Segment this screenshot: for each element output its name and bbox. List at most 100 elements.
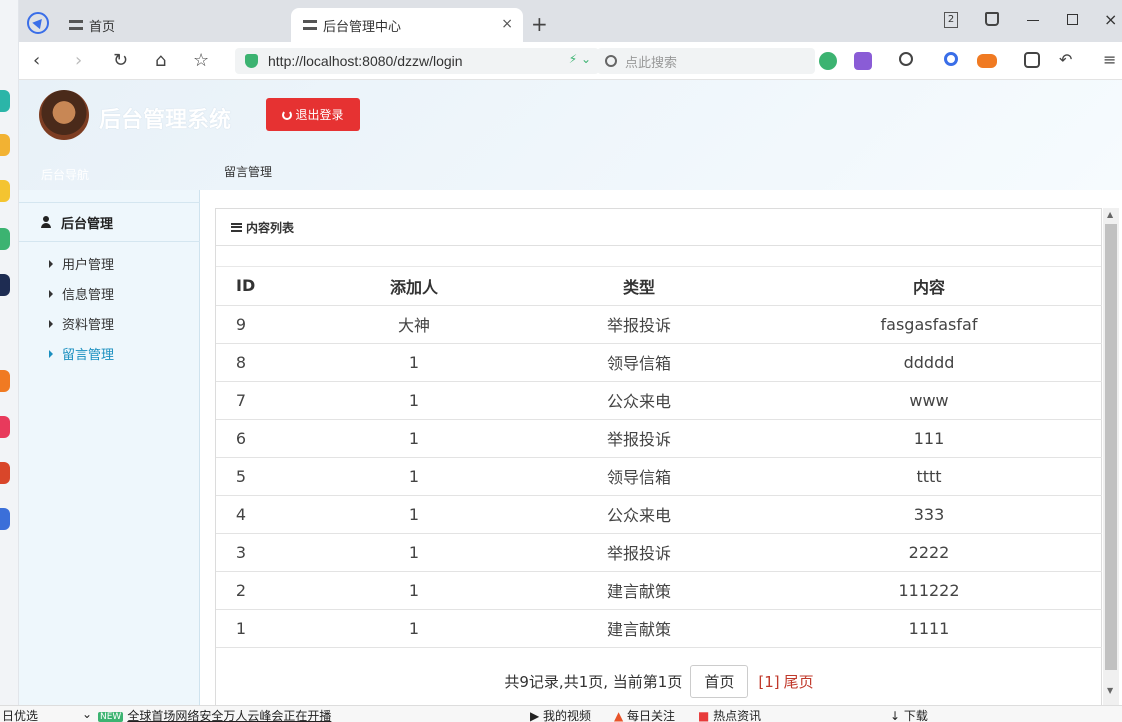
lightning-icon[interactable]: ⚡ ⌄ [569, 52, 591, 66]
cell-id: 2 [216, 571, 306, 610]
table-row[interactable]: 5 1 领导信箱 tttt [216, 457, 1102, 496]
compass-icon[interactable] [27, 12, 49, 34]
new-badge: NEW [98, 712, 124, 722]
dock-app-icon[interactable] [0, 508, 10, 530]
apps-grid-icon[interactable] [1024, 52, 1040, 68]
cell-content: 111222 [756, 571, 1102, 610]
magnifier-icon[interactable] [944, 52, 958, 66]
menu-icon[interactable]: ≡ [1103, 50, 1116, 69]
table-row[interactable]: 3 1 举报投诉 2222 [216, 533, 1102, 572]
maximize-icon[interactable] [1067, 14, 1078, 25]
column-header-adder[interactable]: 添加人 [306, 267, 522, 306]
home-icon[interactable]: ⌂ [155, 50, 166, 71]
hot-news-link[interactable]: ■ 热点资讯 [698, 707, 761, 722]
new-tab-button[interactable]: + [531, 12, 548, 36]
cell-type: 公众来电 [522, 381, 756, 420]
cell-id: 1 [216, 609, 306, 648]
status-left-label[interactable]: 日优选 [2, 707, 38, 722]
table-row[interactable]: 6 1 举报投诉 111 [216, 419, 1102, 458]
logout-button[interactable]: 退出登录 [266, 98, 360, 131]
minimize-icon[interactable] [1027, 20, 1039, 21]
sidebar-item-messages[interactable]: 留言管理 [49, 344, 114, 363]
address-bar[interactable]: http://localhost:8080/dzzw/login ⚡ ⌄ [235, 48, 599, 74]
search-input[interactable]: 点此搜索 [597, 48, 815, 74]
play-icon: ▶ [530, 709, 544, 722]
undo-icon[interactable]: ↶ [1059, 50, 1072, 69]
search-icon [605, 55, 617, 67]
cell-id: 9 [216, 305, 306, 344]
browser-tab-bar: 首页 后台管理中心 × + 2 × [19, 0, 1122, 42]
scroll-down-icon[interactable]: ▼ [1107, 686, 1113, 695]
dock-app-icon[interactable] [0, 416, 10, 438]
cell-adder: 1 [306, 457, 522, 496]
cell-adder: 大神 [306, 305, 522, 344]
extension-icon[interactable] [819, 52, 837, 70]
cell-type: 建言献策 [522, 609, 756, 648]
tab-count-badge[interactable]: 2 [944, 12, 958, 28]
tab-admin-center[interactable]: 后台管理中心 × [291, 8, 523, 42]
panel-header: 内容列表 [216, 209, 1101, 246]
daily-link[interactable]: ▲ 每日关注 [614, 707, 675, 722]
news-text: 全球首场网络安全万人云峰会正在开播 [127, 709, 332, 722]
dock-app-icon[interactable] [0, 370, 10, 392]
cell-adder: 1 [306, 381, 522, 420]
forward-icon[interactable]: › [75, 50, 82, 71]
table-row[interactable]: 2 1 建言献策 111222 [216, 571, 1102, 610]
cell-adder: 1 [306, 419, 522, 458]
table-row[interactable]: 4 1 公众来电 333 [216, 495, 1102, 534]
pagination-summary: 共9记录,共1页, 当前第1页 [504, 673, 683, 691]
news-icon: ■ [698, 709, 714, 722]
video-link[interactable]: ▶ 我的视频 [530, 707, 591, 722]
last-page-link[interactable]: 尾页 [784, 671, 814, 692]
scissors-icon[interactable] [899, 52, 913, 66]
sidebar-item-info[interactable]: 信息管理 [49, 284, 114, 303]
reload-icon[interactable]: ↻ [113, 50, 128, 71]
dock-app-icon[interactable] [0, 134, 10, 156]
sidebar-item-materials[interactable]: 资料管理 [49, 314, 114, 333]
sidebar-top-label: 后台导航 [41, 168, 90, 182]
shirt-icon[interactable] [985, 12, 999, 26]
cell-type: 举报投诉 [522, 533, 756, 572]
cell-type: 举报投诉 [522, 419, 756, 458]
window-close-icon[interactable]: × [1104, 10, 1117, 29]
column-header-type[interactable]: 类型 [522, 267, 756, 306]
dock-app-icon[interactable] [0, 90, 10, 112]
gamepad-icon[interactable] [977, 54, 997, 68]
sidebar-item-users[interactable]: 用户管理 [49, 254, 114, 273]
news-ticker[interactable]: NEW 全球首场网络安全万人云峰会正在开播 [98, 707, 331, 722]
table-row[interactable]: 1 1 建言献策 1111 [216, 609, 1102, 648]
table-row[interactable]: 9 大神 举报投诉 fasgasfasfaf [216, 305, 1102, 344]
translate-icon[interactable] [854, 52, 872, 70]
cell-type: 领导信箱 [522, 343, 756, 382]
chevron-down-icon[interactable]: ⌄ [82, 707, 92, 721]
sidebar-item-label: 信息管理 [62, 288, 115, 303]
table-row[interactable]: 7 1 公众来电 www [216, 381, 1102, 420]
sidebar-heading[interactable]: 后台管理 [19, 202, 200, 242]
close-icon[interactable]: × [501, 16, 513, 32]
back-icon[interactable]: ‹ [33, 50, 40, 71]
scroll-up-icon[interactable]: ▲ [1107, 210, 1113, 219]
table-row[interactable]: 8 1 领导信箱 ddddd [216, 343, 1102, 382]
bookmark-star-icon[interactable]: ☆ [193, 50, 209, 71]
video-label: 我的视频 [543, 709, 592, 722]
download-link[interactable]: ↓ 下载 [890, 707, 928, 722]
scrollbar-thumb[interactable] [1105, 224, 1117, 670]
current-page-link[interactable]: [1] [758, 673, 779, 691]
column-header-content[interactable]: 内容 [756, 267, 1102, 306]
dock-app-icon[interactable] [0, 180, 10, 202]
column-header-id[interactable]: ID [216, 267, 306, 306]
sidebar-item-label: 资料管理 [62, 318, 115, 333]
panel-title: 内容列表 [246, 220, 295, 235]
dock-app-icon[interactable] [0, 228, 10, 250]
dock-app-icon[interactable] [0, 274, 10, 296]
browser-status-bar: 日优选 ⌄ NEW 全球首场网络安全万人云峰会正在开播 ▶ 我的视频 ▲ 每日关注… [0, 705, 1122, 722]
first-page-button[interactable]: 首页 [690, 665, 749, 698]
content-panel: 内容列表 ID 添加人 类型 内容 9 大神 举报投诉 fasgasfasfaf 8 1 领… [215, 208, 1102, 705]
tab-home[interactable]: 首页 [69, 8, 269, 42]
cell-content: fasgasfasfaf [756, 305, 1102, 344]
scrollbar[interactable]: ▲ ▼ [1103, 208, 1119, 705]
dock-app-icon[interactable] [0, 462, 10, 484]
cell-id: 7 [216, 381, 306, 420]
sidebar-heading-label: 后台管理 [61, 216, 114, 232]
tab-label: 首页 [89, 19, 116, 35]
